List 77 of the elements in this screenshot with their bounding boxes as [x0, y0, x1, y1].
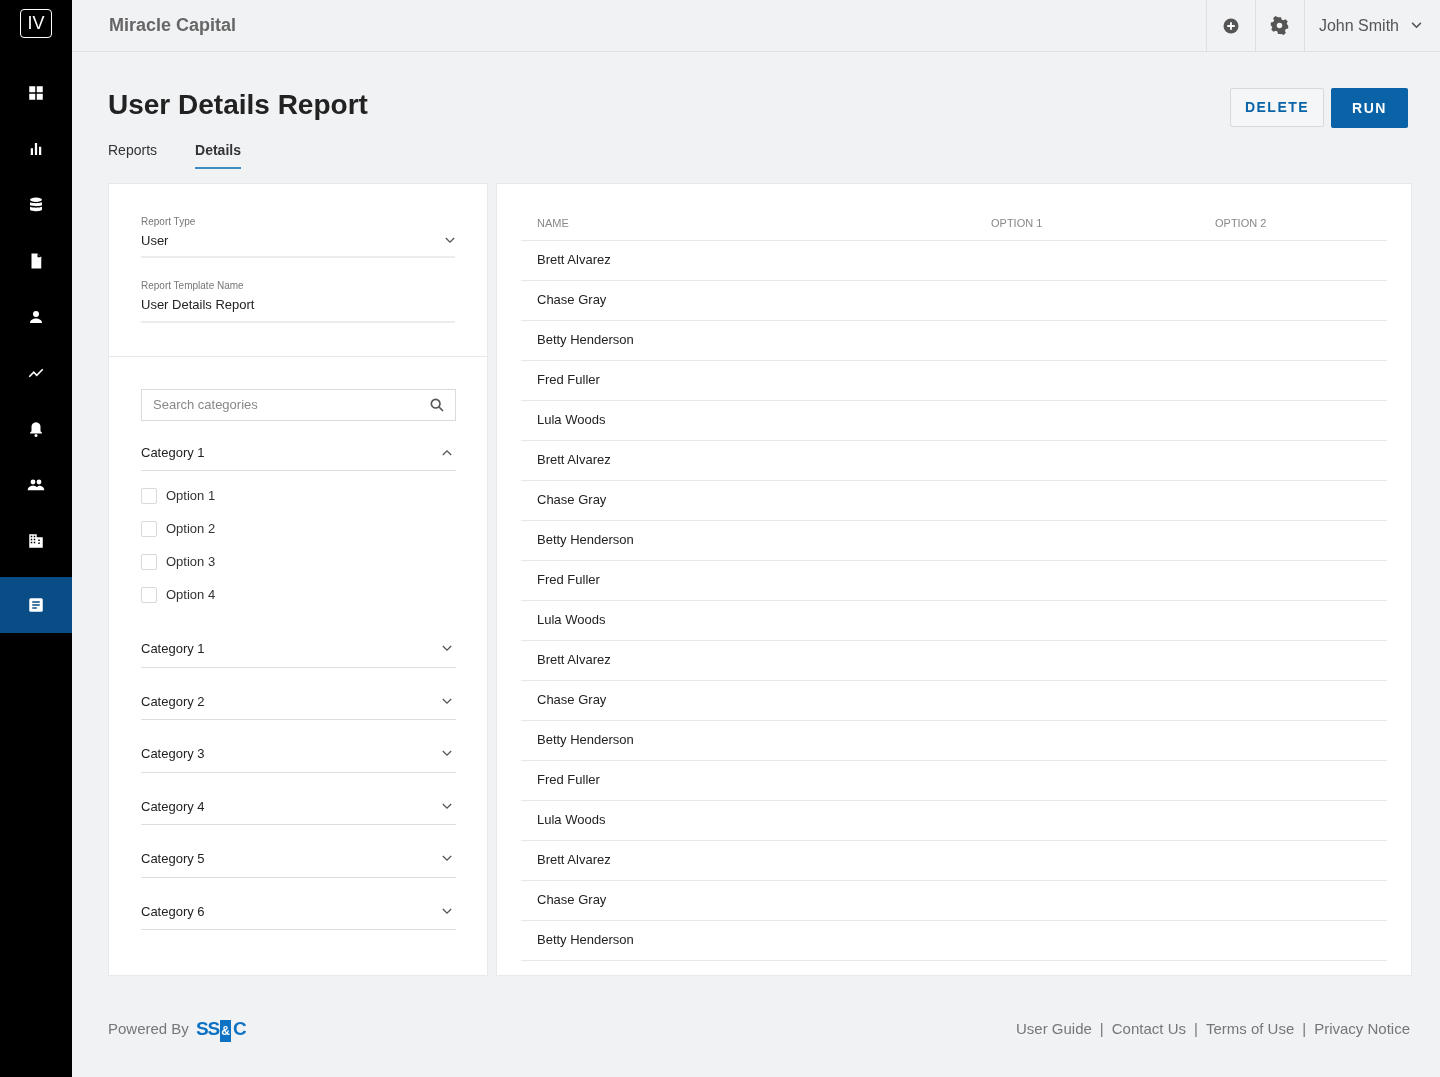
sidebar-item[interactable]: [0, 577, 72, 633]
footer-link[interactable]: User Guide: [1016, 1017, 1092, 1041]
company-name: Miracle Capital: [108, 14, 238, 37]
table-cell-text: Brett Alvarez: [536, 651, 611, 670]
table-cell-text: Chase Gray: [536, 691, 607, 710]
delete-button[interactable]: DELETE: [1230, 88, 1324, 127]
table-cell-text: Brett Alvarez: [536, 251, 611, 270]
chevron-down-icon: [442, 697, 452, 705]
option-label: Option 1: [166, 486, 216, 505]
option-label: Option 3: [166, 552, 216, 571]
select-field[interactable]: User: [141, 230, 455, 259]
chevron-down-icon: [442, 645, 452, 653]
tab[interactable]: Reports: [108, 139, 158, 169]
checkbox[interactable]: [141, 553, 157, 570]
table-cell-text: Fred Fuller: [536, 571, 600, 590]
chevron-down-icon: [442, 907, 452, 915]
chevron-down-icon: [442, 750, 452, 758]
chevron-down-icon: [1411, 22, 1422, 29]
person-icon: [27, 308, 45, 326]
chevron-down-icon: [445, 236, 455, 244]
table-cell-text: Betty Henderson: [536, 331, 634, 350]
category-header[interactable]: Category 2: [141, 691, 456, 721]
table-cell-text: Lula Woods: [536, 411, 606, 430]
table-cell-text: Brett Alvarez: [536, 851, 611, 870]
table-cell-text: Betty Henderson: [536, 931, 634, 950]
table-cell-text: Betty Henderson: [536, 731, 634, 750]
chevron-up-icon: [442, 448, 452, 456]
checkbox[interactable]: [141, 487, 157, 504]
table-cell-text: Chase Gray: [536, 891, 607, 910]
table-cell-text: Fred Fuller: [536, 771, 600, 790]
tab[interactable]: Details: [195, 139, 241, 169]
category-header[interactable]: Category 4: [141, 796, 456, 826]
powered-by-text: Powered By: [108, 1018, 189, 1039]
chevron-down-icon: [442, 802, 452, 810]
footer-link[interactable]: Privacy Notice: [1314, 1017, 1410, 1041]
run-button[interactable]: RUN: [1331, 88, 1408, 128]
table-cell-text: Chase Gray: [536, 491, 607, 510]
grid-icon: [27, 84, 45, 102]
app-logo[interactable]: IV: [20, 9, 52, 38]
separator: |: [1193, 1018, 1198, 1039]
column-header: OPTION 1: [991, 216, 1044, 232]
separator: |: [1302, 1018, 1307, 1039]
category-header[interactable]: Category 5: [141, 849, 456, 878]
table-cell-text: Betty Henderson: [536, 531, 634, 550]
column-header: NAME: [536, 216, 570, 232]
field-label: Report Template Name: [141, 279, 245, 294]
text-field[interactable]: User Details Report: [141, 295, 455, 323]
user-menu[interactable]: John Smith: [1303, 0, 1440, 52]
page-title: User Details Report: [108, 88, 368, 122]
table-cell-text: Chase Gray: [536, 291, 607, 310]
list-document-icon: [27, 596, 45, 614]
footer-link[interactable]: Contact Us: [1111, 1017, 1186, 1041]
table-cell-text: Lula Woods: [536, 811, 606, 830]
plus-circle-icon: [1221, 16, 1240, 35]
checkbox[interactable]: [141, 520, 157, 537]
category-header[interactable]: Category 1: [141, 442, 456, 472]
settings-icon: [1270, 16, 1290, 35]
search-icon: [429, 396, 445, 413]
table-cell-text: Lula Woods: [536, 611, 606, 630]
bell-icon: [27, 420, 45, 438]
category-header[interactable]: Category 1: [141, 639, 456, 668]
building-icon: [27, 532, 45, 550]
checkbox[interactable]: [141, 586, 157, 603]
option-label: Option 4: [166, 585, 216, 604]
option-label: Option 2: [166, 519, 216, 538]
footer-link[interactable]: Terms of Use: [1205, 1017, 1295, 1041]
category-header[interactable]: Category 3: [141, 744, 456, 773]
column-header: OPTION 2: [1215, 216, 1267, 232]
company-logo: SS&C: [195, 1014, 246, 1044]
table-cell-text: Brett Alvarez: [536, 451, 611, 470]
search-field[interactable]: Search categories: [141, 388, 456, 421]
chevron-down-icon: [442, 855, 452, 863]
table-cell-text: Fred Fuller: [536, 371, 600, 390]
category-header[interactable]: Category 6: [141, 901, 456, 931]
field-label: Report Type: [141, 214, 197, 229]
separator: |: [1099, 1018, 1104, 1039]
database-icon: [27, 196, 45, 214]
